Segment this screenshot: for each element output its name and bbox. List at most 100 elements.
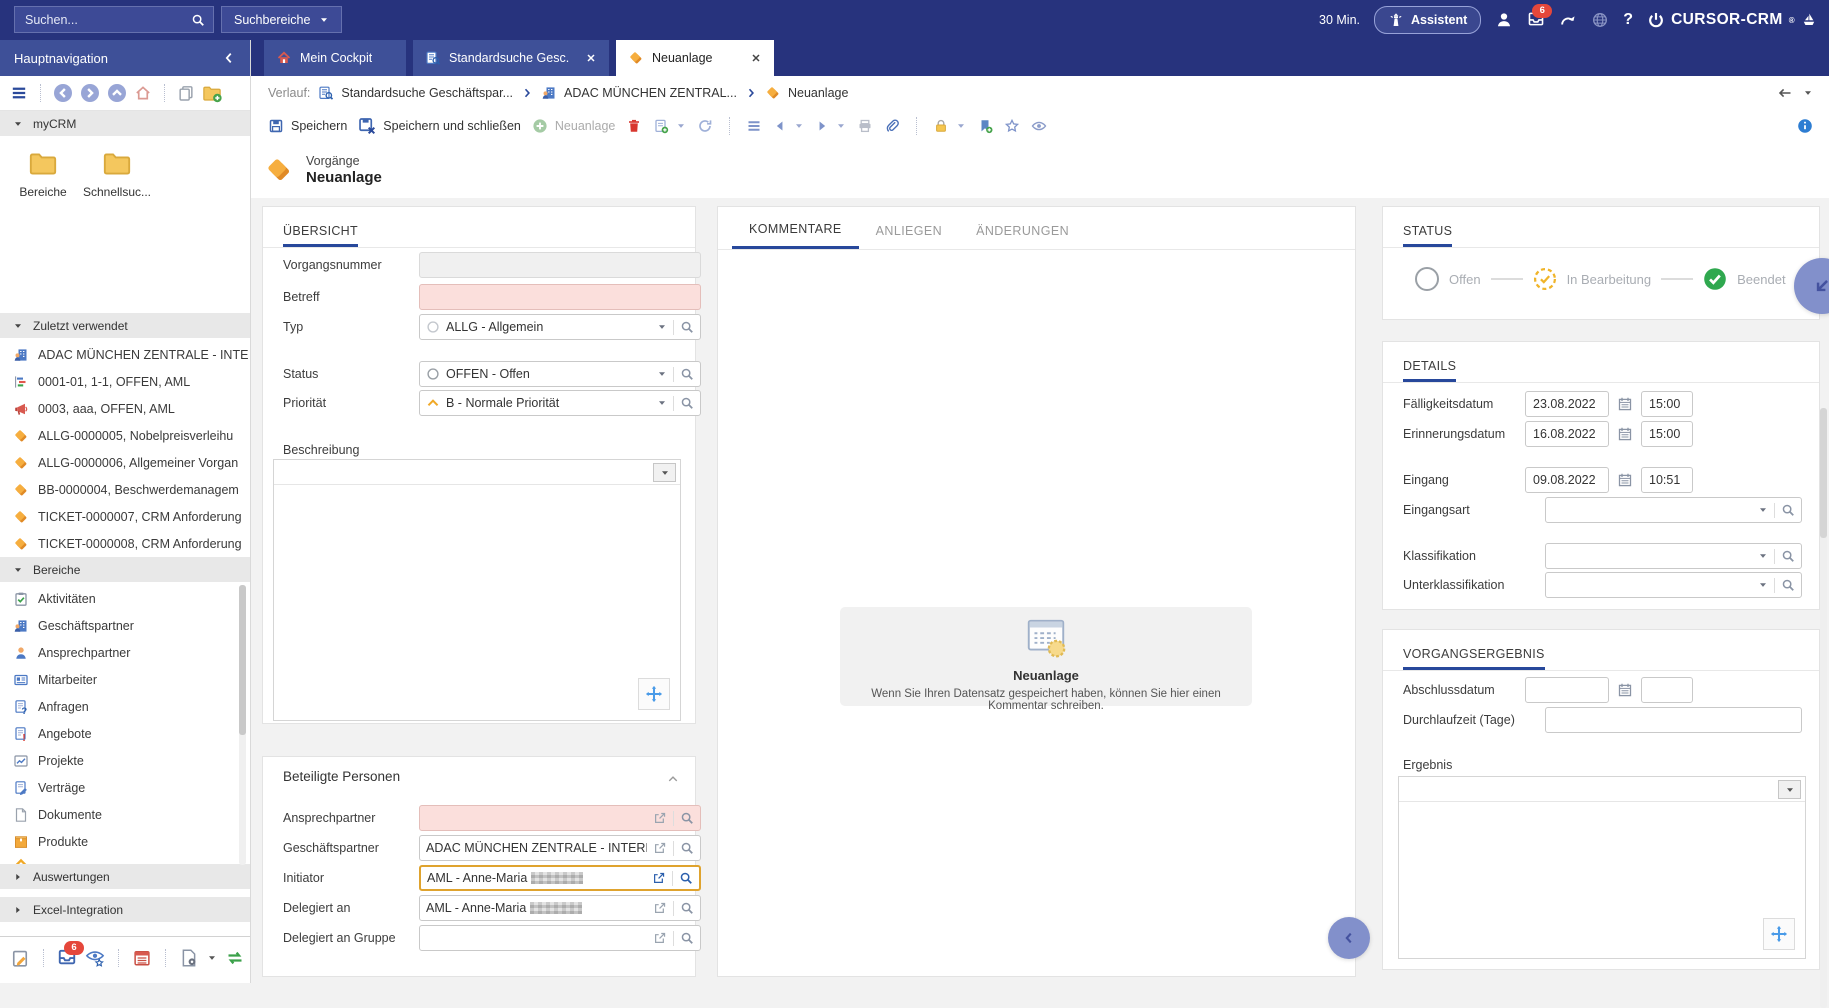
save-button[interactable]: Speichern <box>268 118 347 134</box>
history-back-icon[interactable] <box>1777 85 1793 101</box>
sidebar-item-projekte[interactable]: Projekte <box>0 747 250 774</box>
delegiert-gruppe-field[interactable] <box>419 925 701 951</box>
abschlussdatum-time[interactable] <box>1641 677 1693 703</box>
notes-icon[interactable] <box>10 948 30 968</box>
attachment-icon[interactable] <box>884 118 900 134</box>
open-record-icon[interactable] <box>653 931 667 945</box>
faelligkeitsdatum-time[interactable]: 15:00 <box>1641 391 1693 417</box>
info-icon[interactable] <box>1797 118 1813 134</box>
nav-up-icon[interactable] <box>107 83 127 103</box>
typ-select[interactable]: ALLG - Allgemein <box>419 314 701 340</box>
search-icon[interactable] <box>680 841 694 855</box>
save-close-button[interactable]: Speichern und schließen <box>358 117 521 135</box>
search-icon[interactable] <box>680 320 694 334</box>
search-input[interactable] <box>23 12 191 28</box>
copy-icon[interactable] <box>177 84 195 102</box>
chevron-down-icon[interactable] <box>657 322 667 332</box>
editor-dropdown-button[interactable] <box>1778 780 1801 799</box>
next-record-button[interactable] <box>815 119 846 133</box>
chevron-down-icon[interactable] <box>657 398 667 408</box>
close-icon[interactable] <box>585 52 597 64</box>
new-record-button[interactable]: Neuanlage <box>532 118 615 134</box>
search-icon[interactable] <box>1781 578 1795 592</box>
list-item[interactable]: ALLG-0000006, Allgemeiner Vorgan <box>0 449 250 476</box>
erinnerungsdatum-time[interactable]: 15:00 <box>1641 421 1693 447</box>
list-item[interactable]: 0003, aaa, OFFEN, AML <box>0 395 250 422</box>
search-icon[interactable] <box>680 931 694 945</box>
tab-aenderungen[interactable]: ÄNDERUNGEN <box>959 212 1086 249</box>
menu-icon[interactable] <box>10 84 28 102</box>
unterklassifikation-select[interactable] <box>1545 572 1802 598</box>
search-icon[interactable] <box>679 871 693 885</box>
chevron-down-icon[interactable] <box>1758 551 1768 561</box>
sidebar-item-ansprechpartner[interactable]: Ansprechpartner <box>0 639 250 666</box>
list-item[interactable]: ADAC MÜNCHEN ZENTRALE - INTE <box>0 341 250 368</box>
sidebar-item-aktivitaeten[interactable]: Aktivitäten <box>0 585 250 612</box>
globe-icon[interactable] <box>1591 11 1609 29</box>
right-scrollbar[interactable] <box>1820 408 1827 1008</box>
list-item[interactable]: 0001-01, 1-1, OFFEN, AML <box>0 368 250 395</box>
delegiert-an-field[interactable]: AML - Anne-Maria <box>419 895 701 921</box>
search-icon[interactable] <box>1781 549 1795 563</box>
list-item[interactable]: ALLG-0000005, Nobelpreisverleihu <box>0 422 250 449</box>
section-excel-integration[interactable]: Excel-Integration <box>0 897 250 922</box>
sidebar-item-anfragen[interactable]: ?Anfragen <box>0 693 250 720</box>
watchlist-icon[interactable] <box>85 948 105 968</box>
home-icon[interactable] <box>134 84 152 102</box>
open-record-icon[interactable] <box>653 901 667 915</box>
calendar-icon[interactable] <box>1617 426 1633 442</box>
open-record-icon[interactable] <box>653 811 667 825</box>
calendar-icon[interactable] <box>1617 396 1633 412</box>
panel-collapse-button[interactable] <box>1328 917 1370 959</box>
lock-button[interactable] <box>933 118 966 134</box>
search-icon[interactable] <box>1781 503 1795 517</box>
klassifikation-select[interactable] <box>1545 543 1802 569</box>
folder-bereiche[interactable]: Bereiche <box>8 148 78 199</box>
sidebar-item-vertraege[interactable]: Verträge <box>0 774 250 801</box>
durchlaufzeit-input[interactable] <box>1545 707 1802 733</box>
abschlussdatum-date[interactable] <box>1525 677 1609 703</box>
breadcrumb-item[interactable]: Standardsuche Geschäftspar... <box>318 85 513 101</box>
breadcrumb-item[interactable]: Neuanlage <box>765 85 848 101</box>
eye-icon[interactable] <box>1031 118 1047 134</box>
move-button[interactable] <box>638 678 670 710</box>
section-auswertungen[interactable]: Auswertungen <box>0 864 250 889</box>
list-item[interactable]: BB-0000004, Beschwerdemanagem <box>0 476 250 503</box>
redo-icon[interactable] <box>1559 11 1577 29</box>
tab-uebersicht[interactable]: ÜBERSICHT <box>283 221 358 247</box>
notifications-button[interactable]: 6 <box>1527 10 1545 31</box>
nav-forward-icon[interactable] <box>80 83 100 103</box>
editor-dropdown-button[interactable] <box>653 463 676 482</box>
tab-mein-cockpit[interactable]: Mein Cockpit <box>264 40 406 76</box>
document-settings-icon[interactable] <box>179 948 199 968</box>
folder-schnellsuchen[interactable]: Schnellsuc... <box>82 148 152 199</box>
duplicate-button[interactable] <box>653 118 686 134</box>
global-search[interactable] <box>14 6 214 33</box>
status-select[interactable]: OFFEN - Offen <box>419 361 701 387</box>
beschreibung-editor[interactable] <box>273 459 681 721</box>
eingang-time[interactable]: 10:51 <box>1641 467 1693 493</box>
star-icon[interactable] <box>1004 118 1020 134</box>
inbox-button[interactable]: 6 <box>57 947 77 970</box>
help-button[interactable]: ? <box>1623 11 1633 29</box>
power-icon[interactable] <box>1647 11 1665 29</box>
print-icon[interactable] <box>857 118 873 134</box>
sidebar-item-dokumente[interactable]: Dokumente <box>0 801 250 828</box>
open-record-icon[interactable] <box>653 841 667 855</box>
tab-anliegen[interactable]: ANLIEGEN <box>859 212 959 249</box>
assistant-button[interactable]: Assistent <box>1374 6 1481 34</box>
erinnerungsdatum-date[interactable]: 16.08.2022 <box>1525 421 1609 447</box>
folder-add-icon[interactable] <box>202 83 222 103</box>
prioritaet-select[interactable]: B - Normale Priorität <box>419 390 701 416</box>
calendar-icon[interactable] <box>1617 472 1633 488</box>
initiator-field[interactable]: AML - Anne-Maria <box>419 865 701 891</box>
open-record-icon[interactable] <box>652 871 666 885</box>
tab-neuanlage[interactable]: Neuanlage <box>616 40 774 76</box>
tab-standardsuche[interactable]: Standardsuche Gesc... <box>413 40 609 76</box>
eingang-date[interactable]: 09.08.2022 <box>1525 467 1609 493</box>
chevron-down-icon[interactable] <box>1758 505 1768 515</box>
betreff-field[interactable] <box>419 284 701 310</box>
sync-icon[interactable] <box>225 948 245 968</box>
list-menu-icon[interactable] <box>746 118 762 134</box>
chevron-down-icon[interactable] <box>1803 88 1813 98</box>
